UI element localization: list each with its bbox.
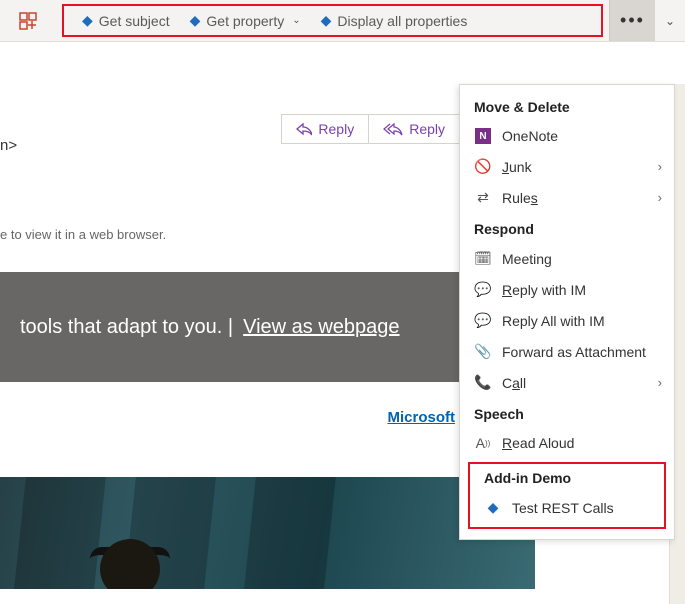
im-icon: 💬	[474, 281, 492, 298]
menu-forward-attachment[interactable]: 📎 Forward as Attachment	[460, 336, 674, 367]
phone-icon: 📞	[474, 374, 492, 391]
menu-rules[interactable]: ⇄ Rules ›	[460, 182, 674, 213]
display-all-properties-button[interactable]: ◆ Display all properties	[311, 6, 478, 36]
menu-test-rest-calls[interactable]: ◆ Test REST Calls	[470, 492, 664, 523]
context-menu: Move & Delete N OneNote 🚫 Junk › ⇄ Rules…	[459, 84, 675, 540]
microsoft-link[interactable]: Microsoft	[388, 409, 456, 426]
label: Get subject	[99, 13, 170, 29]
reply-group: Reply Reply	[281, 114, 460, 144]
menu-header-respond: Respond	[460, 213, 674, 243]
reply-icon	[296, 122, 312, 136]
junk-icon: 🚫	[474, 158, 492, 175]
im-all-icon: 💬	[474, 312, 492, 329]
email-image	[0, 477, 535, 589]
onenote-icon: N	[474, 128, 492, 144]
menu-call[interactable]: 📞 Call ›	[460, 367, 674, 398]
menu-junk[interactable]: 🚫 Junk ›	[460, 151, 674, 182]
rules-icon: ⇄	[474, 189, 492, 206]
get-property-button[interactable]: ◆ Get property ⌄	[180, 6, 311, 36]
addin-cube-icon: ◆	[484, 499, 502, 516]
collapse-ribbon-button[interactable]: ⌄	[655, 0, 685, 41]
menu-header-speech: Speech	[460, 398, 674, 428]
menu-header-addin: Add-in Demo	[470, 464, 664, 492]
reply-all-icon	[383, 122, 403, 136]
menu-read-aloud[interactable]: A)) Read Aloud	[460, 428, 674, 458]
reply-button[interactable]: Reply	[281, 114, 368, 144]
addin-cube-icon: ◆	[190, 12, 201, 29]
view-as-webpage-link[interactable]: View as webpage	[243, 316, 399, 339]
addin-cube-icon: ◆	[321, 12, 332, 29]
menu-meeting[interactable]: 🗓 Meeting	[460, 243, 674, 274]
label: Display all properties	[337, 13, 467, 29]
calendar-icon: 🗓	[474, 250, 492, 267]
sender-fragment: n>	[0, 137, 17, 154]
ribbon-layout-icon[interactable]	[0, 0, 56, 41]
menu-onenote[interactable]: N OneNote	[460, 121, 674, 151]
chevron-down-icon: ⌄	[292, 15, 300, 26]
browser-hint: e to view it in a web browser.	[0, 227, 166, 242]
menu-reply-im[interactable]: 💬 Reply with IM	[460, 274, 674, 305]
addin-demo-section: Add-in Demo ◆ Test REST Calls	[468, 462, 666, 529]
addin-toolbar: ◆ Get subject ◆ Get property ⌄ ◆ Display…	[62, 4, 603, 37]
more-commands-button[interactable]: •••	[609, 0, 655, 41]
chevron-right-icon: ›	[658, 190, 662, 205]
addin-cube-icon: ◆	[82, 12, 93, 29]
menu-header-move: Move & Delete	[460, 91, 674, 121]
reply-all-button[interactable]: Reply	[368, 114, 460, 144]
chevron-right-icon: ›	[658, 375, 662, 390]
chevron-right-icon: ›	[658, 159, 662, 174]
get-subject-button[interactable]: ◆ Get subject	[72, 6, 180, 36]
label: Get property	[206, 13, 284, 29]
menu-reply-all-im[interactable]: 💬 Reply All with IM	[460, 305, 674, 336]
read-aloud-icon: A))	[474, 435, 492, 451]
attachment-icon: 📎	[474, 343, 492, 360]
email-banner: tools that adapt to you. | View as webpa…	[0, 272, 460, 382]
